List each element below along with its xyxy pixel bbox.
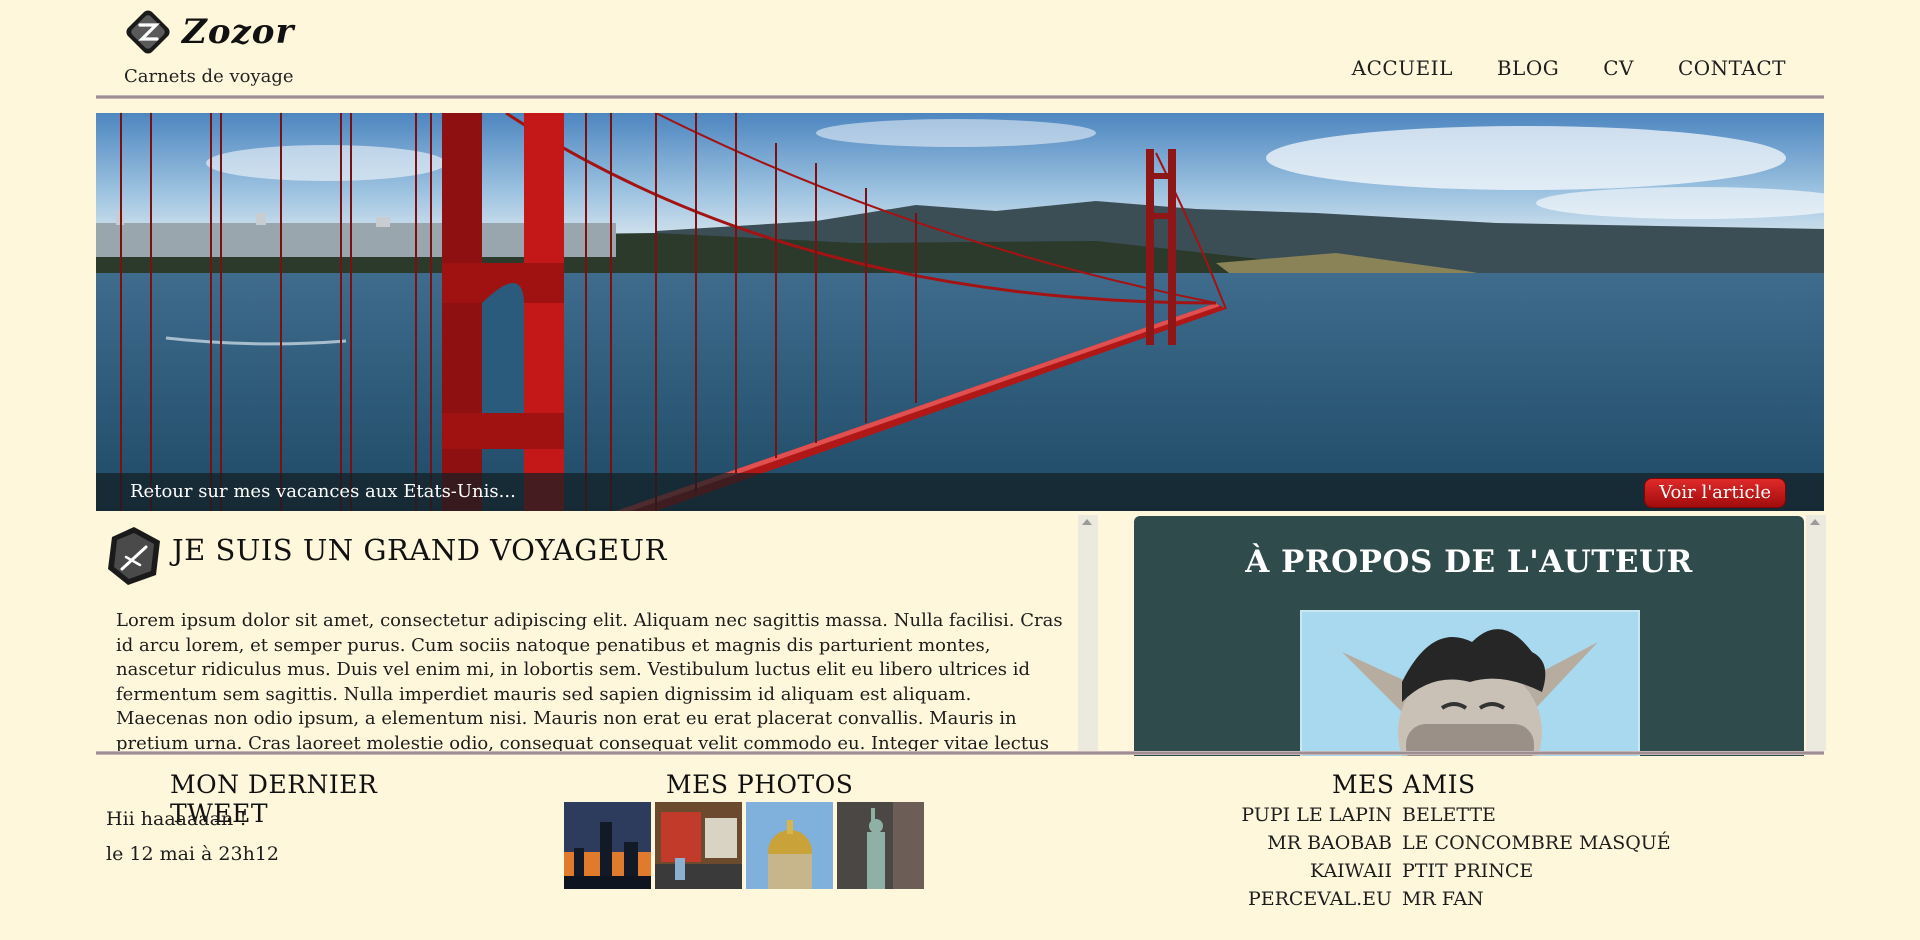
scroll-up-arrow-icon[interactable] [1082, 519, 1092, 525]
feather-icon [108, 527, 160, 585]
footer-divider [96, 751, 1824, 755]
golden-gate-bridge-image [96, 113, 1824, 511]
author-avatar [1300, 610, 1640, 756]
donkey-avatar-icon [1342, 629, 1598, 756]
photo-thumbnail[interactable] [564, 802, 651, 889]
banner-caption-bar: Retour sur mes vacances aux Etats-Unis..… [96, 473, 1824, 511]
friend-link[interactable]: PUPI LE LAPIN [1196, 802, 1392, 828]
friend-link[interactable]: BELETTE [1402, 802, 1671, 828]
scroll-up-arrow-icon[interactable] [1810, 519, 1820, 525]
friends-list: PUPI LE LAPIN BELETTE MR BAOBAB LE CONCO… [1196, 802, 1671, 912]
friends-title: MES AMIS [1332, 770, 1476, 799]
photo-thumbnail[interactable] [746, 802, 833, 889]
friend-link[interactable]: MR BAOBAB [1196, 830, 1392, 856]
nav-item-cv[interactable]: CV [1603, 56, 1634, 80]
about-panel: À PROPOS DE L'AUTEUR [1134, 516, 1804, 756]
article-title: JE SUIS UN GRAND VOYAGEUR [172, 533, 667, 567]
site-header: Zozor Carnets de voyage ACCUEIL BLOG CV … [96, 0, 1824, 99]
photo-thumbnail[interactable] [655, 802, 742, 889]
read-article-button[interactable]: Voir l'article [1644, 478, 1786, 508]
tweet-text: Hii haaaaaan ! [106, 808, 247, 830]
zozor-logo-icon[interactable] [124, 8, 172, 56]
about-scrollbar[interactable] [1806, 515, 1826, 751]
photos-title: MES PHOTOS [666, 770, 854, 799]
header-divider [96, 95, 1824, 99]
brand-name[interactable]: Zozor [182, 12, 294, 52]
banner-caption: Retour sur mes vacances aux Etats-Unis..… [130, 481, 516, 502]
main-nav: ACCUEIL BLOG CV CONTACT [1352, 56, 1786, 80]
friend-link[interactable]: LE CONCOMBRE MASQUÉ [1402, 830, 1671, 856]
brand-tagline: Carnets de voyage [124, 66, 294, 87]
about-title: À PROPOS DE L'AUTEUR [1245, 544, 1693, 580]
article-section: JE SUIS UN GRAND VOYAGEUR Lorem ipsum do… [96, 515, 1096, 751]
friend-link[interactable]: PERCEVAL.EU [1196, 886, 1392, 912]
page: Zozor Carnets de voyage ACCUEIL BLOG CV … [96, 0, 1826, 940]
photo-thumbnail[interactable] [837, 802, 924, 889]
article-scrollbar[interactable] [1078, 515, 1098, 751]
banner: Retour sur mes vacances aux Etats-Unis..… [96, 113, 1824, 511]
tweet-date: le 12 mai à 23h12 [106, 843, 279, 865]
nav-item-contact[interactable]: CONTACT [1678, 56, 1786, 80]
photo-thumbnails [564, 802, 924, 889]
article-body: Lorem ipsum dolor sit amet, consectetur … [116, 610, 1063, 751]
friend-link[interactable]: PTIT PRINCE [1402, 858, 1671, 884]
nav-item-accueil[interactable]: ACCUEIL [1352, 56, 1453, 80]
friend-link[interactable]: MR FAN [1402, 886, 1671, 912]
friend-link[interactable]: KAIWAII [1196, 858, 1392, 884]
nav-item-blog[interactable]: BLOG [1497, 56, 1559, 80]
